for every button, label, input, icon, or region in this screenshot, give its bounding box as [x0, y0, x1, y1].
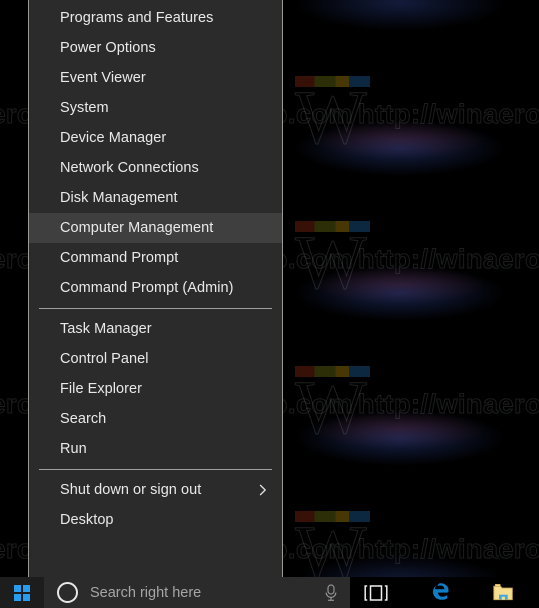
menu-item-computer-management[interactable]: Computer Management [29, 213, 282, 243]
edge-browser-icon [432, 583, 449, 600]
menu-item-system[interactable]: System [29, 93, 282, 123]
menu-item-label: Shut down or sign out [60, 482, 202, 498]
menu-item-search[interactable]: Search [29, 404, 282, 434]
winx-menu-list: Programs and Features Power Options Event … [29, 0, 282, 547]
menu-item-label: Task Manager [60, 321, 152, 337]
search-input[interactable]: Search right here [44, 577, 350, 608]
desktop-screen: Whttp://winaero.comWhttp://winaero.comWh… [0, 0, 539, 608]
edge-browser-button[interactable] [419, 577, 461, 608]
menu-separator [39, 469, 272, 470]
menu-item-label: Disk Management [60, 190, 178, 206]
menu-item-label: Control Panel [60, 351, 149, 367]
menu-item-command-prompt[interactable]: Command Prompt [29, 243, 282, 273]
menu-item-label: Device Manager [60, 130, 167, 146]
task-view-icon [364, 584, 388, 601]
menu-item-label: Search [60, 411, 107, 427]
search-placeholder-text: Search right here [90, 584, 202, 601]
menu-item-device-manager[interactable]: Device Manager [29, 123, 282, 153]
menu-item-task-manager[interactable]: Task Manager [29, 314, 282, 344]
menu-separator [39, 308, 272, 309]
menu-item-label: Power Options [60, 40, 156, 56]
menu-item-run[interactable]: Run [29, 434, 282, 464]
start-button[interactable] [0, 577, 44, 608]
menu-item-network-connections[interactable]: Network Connections [29, 153, 282, 183]
menu-item-label: Computer Management [60, 220, 214, 236]
menu-item-label: Programs and Features [60, 10, 214, 26]
menu-item-label: Event Viewer [60, 70, 146, 86]
menu-item-programs-and-features[interactable]: Programs and Features [29, 3, 282, 33]
menu-bottom-padding [29, 535, 282, 547]
menu-item-disk-management[interactable]: Disk Management [29, 183, 282, 213]
menu-item-power-options[interactable]: Power Options [29, 33, 282, 63]
microphone-icon[interactable] [323, 583, 339, 602]
menu-item-label: Desktop [60, 512, 114, 528]
winx-power-user-menu[interactable]: Programs and Features Power Options Event … [28, 0, 283, 578]
file-explorer-button[interactable] [483, 577, 525, 608]
menu-item-label: File Explorer [60, 381, 143, 397]
windows-logo-icon [14, 584, 30, 601]
chevron-right-icon [256, 483, 270, 497]
menu-item-label: Run [60, 441, 87, 457]
menu-item-label: System [60, 100, 109, 116]
taskbar: Search right here [0, 577, 539, 608]
menu-item-event-viewer[interactable]: Event Viewer [29, 63, 282, 93]
menu-item-label: Network Connections [60, 160, 199, 176]
folder-icon [493, 584, 513, 601]
menu-item-file-explorer[interactable]: File Explorer [29, 374, 282, 404]
menu-item-control-panel[interactable]: Control Panel [29, 344, 282, 374]
menu-item-label: Command Prompt [60, 250, 179, 266]
menu-item-command-prompt-admin[interactable]: Command Prompt (Admin) [29, 273, 282, 303]
menu-item-desktop[interactable]: Desktop [29, 505, 282, 535]
task-view-button[interactable] [355, 577, 397, 608]
cortana-circle-icon [57, 582, 78, 603]
menu-item-shut-down-or-sign-out[interactable]: Shut down or sign out [29, 475, 282, 505]
menu-item-label: Command Prompt (Admin) [60, 280, 234, 296]
